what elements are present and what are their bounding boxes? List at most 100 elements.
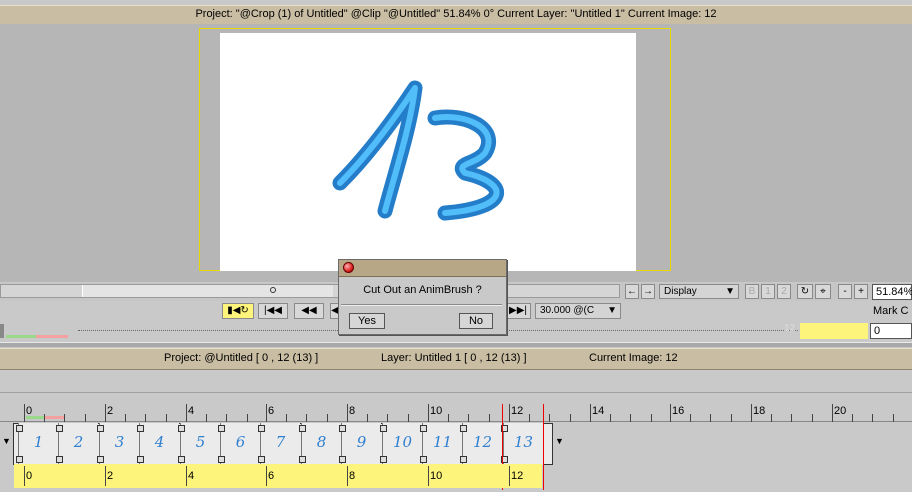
ruler-major-tick xyxy=(670,404,671,422)
ruler-label: 2 xyxy=(107,405,114,417)
ruler-label: 8 xyxy=(349,405,356,417)
yes-button[interactable]: Yes xyxy=(349,313,385,329)
arrow-right-icon[interactable]: → xyxy=(641,284,655,299)
frame-handle[interactable] xyxy=(218,456,225,463)
zoom-field[interactable]: 51.84% xyxy=(872,284,912,300)
frame-number: 6 xyxy=(235,433,246,451)
timeline-image-info: Current Image: 12 xyxy=(589,352,678,364)
frame-cell[interactable]: 6 xyxy=(218,423,260,465)
ruler-major-tick xyxy=(24,404,25,422)
no-button[interactable]: No xyxy=(459,313,493,329)
drawing-canvas[interactable] xyxy=(220,33,636,271)
expand-right-icon[interactable]: ▼ xyxy=(555,436,564,446)
frame-number: 9 xyxy=(356,433,367,451)
frame-handle[interactable] xyxy=(339,425,346,432)
brush-drawing-13 xyxy=(332,80,504,221)
zoom-in-button[interactable]: + xyxy=(854,284,868,299)
ruler-minor-tick xyxy=(64,414,65,422)
ruler-minor-tick xyxy=(651,414,652,422)
ruler-minor-tick xyxy=(226,414,227,422)
ruler-label: 16 xyxy=(672,405,685,417)
frame-handle[interactable] xyxy=(178,456,185,463)
frame-handle[interactable] xyxy=(97,425,104,432)
chevron-down-icon: ▼ xyxy=(725,286,735,297)
last-frame-icon[interactable]: ▶▶| xyxy=(505,303,531,319)
ruler-minor-tick xyxy=(286,414,287,422)
first-frame-icon[interactable]: |◀◀ xyxy=(258,303,288,319)
view-1-button[interactable]: 1 xyxy=(761,284,775,299)
range-tick xyxy=(105,466,106,486)
speaker-icon: ▮◀ xyxy=(227,305,241,316)
range-label: 4 xyxy=(188,470,195,482)
frame-cell[interactable]: 5 xyxy=(178,423,220,465)
frame-cell[interactable]: 2 xyxy=(56,423,98,465)
frame-handle[interactable] xyxy=(380,425,387,432)
frame-handle[interactable] xyxy=(218,425,225,432)
ruler-major-tick xyxy=(105,404,106,422)
display-dropdown[interactable]: Display ▼ xyxy=(659,284,739,299)
timeline-range-bar[interactable] xyxy=(14,464,542,488)
panel-splitter[interactable] xyxy=(0,342,912,347)
confirm-dialog: Cut Out an AnimBrush ? Yes No xyxy=(338,259,507,335)
window-title-bar: Project: "@Crop (1) of Untitled" @Clip "… xyxy=(0,5,912,25)
sound-loop-toggle[interactable]: ▮◀↻ xyxy=(222,303,254,319)
frame-number: 5 xyxy=(195,433,206,451)
frame-handle[interactable] xyxy=(137,425,144,432)
frame-cell[interactable]: 9 xyxy=(339,423,381,465)
frame-handle[interactable] xyxy=(460,456,467,463)
ruler-major-tick xyxy=(428,404,429,422)
fps-dropdown[interactable]: 30.000 @(C ▼ xyxy=(535,303,621,319)
ruler-minor-tick xyxy=(206,414,207,422)
frame-handle[interactable] xyxy=(460,425,467,432)
rotate-icon[interactable]: ↻ xyxy=(797,284,813,299)
zoom-out-button[interactable]: - xyxy=(838,284,852,299)
frame-handle[interactable] xyxy=(56,456,63,463)
scroll-center-marker xyxy=(270,287,276,293)
frame-cell[interactable]: 4 xyxy=(137,423,179,465)
frame-handle[interactable] xyxy=(299,456,306,463)
frame-number: 10 xyxy=(392,433,413,451)
view-2-button[interactable]: 2 xyxy=(777,284,791,299)
ruler-minor-tick xyxy=(327,414,328,422)
frame-handle[interactable] xyxy=(178,425,185,432)
frame-cell[interactable]: 1 xyxy=(16,423,58,465)
frame-handle[interactable] xyxy=(420,425,427,432)
ruler-major-tick xyxy=(832,404,833,422)
frame-cell[interactable]: 12 xyxy=(460,423,502,465)
frame-number: 2 xyxy=(73,433,84,451)
frame-number: 11 xyxy=(432,433,453,451)
frame-handle[interactable] xyxy=(258,425,265,432)
frame-handle[interactable] xyxy=(380,456,387,463)
frame-cell[interactable]: 3 xyxy=(97,423,139,465)
timeline-ruler[interactable] xyxy=(0,402,912,422)
frame-handle[interactable] xyxy=(137,456,144,463)
frame-handle[interactable] xyxy=(420,456,427,463)
frame-handle[interactable] xyxy=(97,456,104,463)
frame-cell[interactable]: 10 xyxy=(380,423,422,465)
dialog-title-bar[interactable] xyxy=(339,260,506,277)
mark-field[interactable]: 0 xyxy=(870,323,912,339)
frame-cell[interactable]: 8 xyxy=(299,423,341,465)
range-tick xyxy=(186,466,187,486)
range-label: 0 xyxy=(26,470,33,482)
frame-handle[interactable] xyxy=(56,425,63,432)
scrollbar-thumb[interactable] xyxy=(82,285,333,297)
range-tick xyxy=(509,466,510,486)
ruler-label: 18 xyxy=(753,405,766,417)
arrow-left-icon[interactable]: ← xyxy=(625,284,639,299)
b-button[interactable]: B xyxy=(745,284,759,299)
frame-number: 8 xyxy=(316,433,327,451)
close-icon[interactable] xyxy=(343,262,354,273)
center-target-icon[interactable]: ⌖ xyxy=(815,284,831,299)
frame-handle[interactable] xyxy=(16,425,23,432)
frame-handle[interactable] xyxy=(339,456,346,463)
frame-handle[interactable] xyxy=(258,456,265,463)
ruler-minor-tick xyxy=(247,414,248,422)
frame-handle[interactable] xyxy=(16,456,23,463)
collapse-left-icon[interactable]: ▼ xyxy=(2,436,11,446)
rewind-icon[interactable]: ◀◀ xyxy=(294,303,324,319)
frame-handle[interactable] xyxy=(299,425,306,432)
ruler-minor-tick xyxy=(893,414,894,422)
frame-cell[interactable]: 11 xyxy=(420,423,462,465)
frame-cell[interactable]: 7 xyxy=(258,423,300,465)
